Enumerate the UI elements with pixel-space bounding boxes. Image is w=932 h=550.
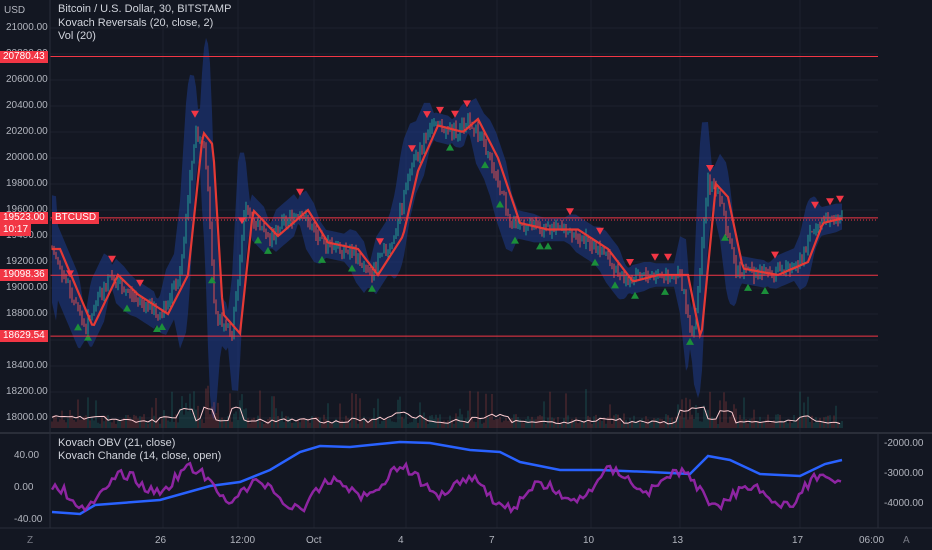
price-axis-label: 19000.00 (6, 282, 48, 293)
current-price-tag: 19523.00 (0, 212, 48, 224)
price-axis-label: 18200.00 (6, 386, 48, 397)
price-axis-label: 18000.00 (6, 412, 48, 423)
lower-right-axis-label: -2000.00 (884, 438, 924, 449)
lower-right-axis-label: -3000.00 (884, 468, 924, 479)
price-axis-label: 21000.00 (6, 22, 48, 33)
lower-left-axis-label: 40.00 (14, 450, 40, 461)
lower-right-axis-label: -4000.00 (884, 498, 924, 509)
time-axis-label: 7 (489, 535, 495, 546)
price-axis-label: 19800.00 (6, 178, 48, 189)
price-axis-label: 18800.00 (6, 308, 48, 319)
currency-label: USD (4, 5, 26, 16)
lower-left-axis-label: 0.00 (14, 482, 34, 493)
price-axis-label: 20600.00 (6, 74, 48, 85)
time-axis-label: 4 (398, 535, 404, 546)
time-axis-label: 17 (792, 535, 804, 546)
time-axis-label: 06:00 (859, 535, 885, 546)
lower-left-axis-label: -40.00 (14, 514, 43, 525)
symbol-tag: BTCUSD (52, 212, 100, 224)
legend-kovach-chande[interactable]: Kovach Chande (14, close, open) (58, 450, 221, 463)
time-axis-label: Oct (306, 535, 322, 546)
level-tag: 19098.36 (0, 269, 48, 282)
price-axis-label: 19200.00 (6, 256, 48, 267)
legend-volume[interactable]: Vol (20) (58, 30, 96, 43)
legend-kovach-reversals[interactable]: Kovach Reversals (20, close, 2) (58, 17, 213, 30)
chart-canvas[interactable] (0, 0, 932, 550)
zoom-icon[interactable]: Z (27, 535, 33, 546)
time-axis-label: 12:00 (230, 535, 256, 546)
price-axis-label: 20000.00 (6, 152, 48, 163)
legend-symbol-title[interactable]: Bitcoin / U.S. Dollar, 30, BITSTAMP (58, 3, 231, 16)
auto-scale-icon[interactable]: A (903, 535, 910, 546)
price-axis-label: 18400.00 (6, 360, 48, 371)
level-tag: 20780.43 (0, 50, 48, 63)
level-tag: 18629.54 (0, 330, 48, 343)
price-axis-label: 20400.00 (6, 100, 48, 111)
time-axis-label: 26 (155, 535, 167, 546)
time-axis-label: 10 (583, 535, 595, 546)
legend-kovach-obv[interactable]: Kovach OBV (21, close) (58, 437, 175, 450)
time-axis-label: 13 (672, 535, 684, 546)
price-axis-label: 20200.00 (6, 126, 48, 137)
countdown-tag: 10:17 (0, 224, 32, 236)
